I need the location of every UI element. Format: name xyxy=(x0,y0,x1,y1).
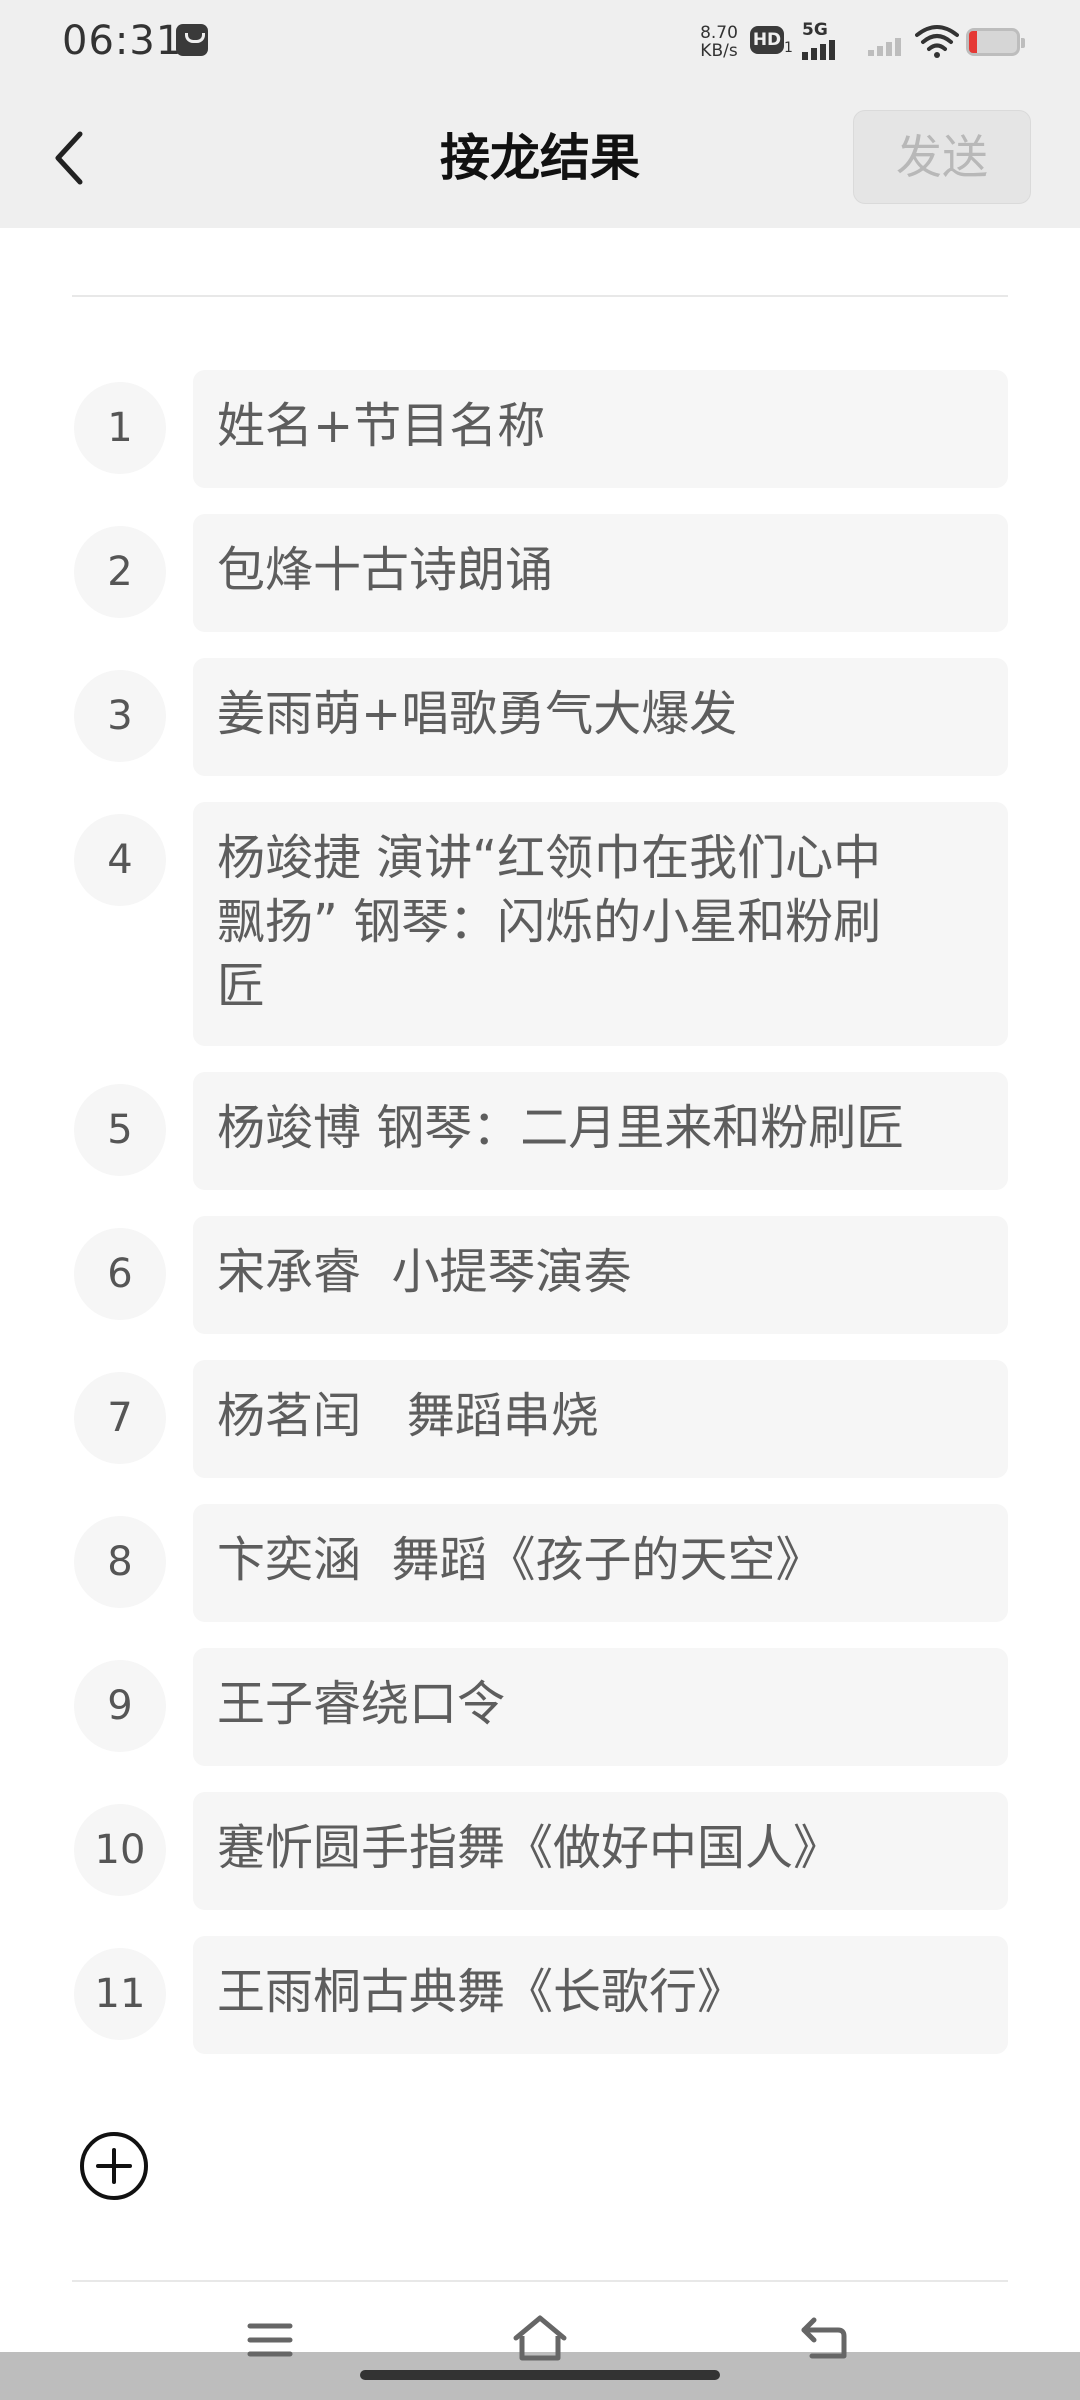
status-time: 06:31 xyxy=(62,18,183,64)
top-divider xyxy=(72,295,1008,297)
menu-icon[interactable] xyxy=(246,2318,294,2362)
send-button[interactable]: 发送 xyxy=(853,110,1031,204)
battery-icon xyxy=(966,28,1025,56)
entry-text-field[interactable]: 姓名+节目名称 xyxy=(193,370,1008,488)
network-type-label: 5G xyxy=(802,20,828,40)
status-bar: 06:31 8.70 KB/s HD 1 5G xyxy=(0,0,1080,88)
network-speed: 8.70 KB/s xyxy=(697,24,741,60)
entry-number: 10 xyxy=(74,1804,166,1896)
entry-text-field[interactable]: 宋承睿 小提琴演奏 xyxy=(193,1216,1008,1334)
entry-number: 4 xyxy=(74,814,166,906)
hd-voice-icon: HD xyxy=(750,26,784,54)
entry-text-field[interactable]: 王雨桐古典舞《长歌行》 xyxy=(193,1936,1008,2054)
entry-number: 6 xyxy=(74,1228,166,1320)
entry-text-field[interactable]: 蹇忻圆手指舞《做好中国人》 xyxy=(193,1792,1008,1910)
back-button[interactable] xyxy=(30,118,110,198)
entry-number: 1 xyxy=(74,382,166,474)
entry-number: 11 xyxy=(74,1948,166,2040)
entry-text-field[interactable]: 卞奕涵 舞蹈《孩子的天空》 xyxy=(193,1504,1008,1622)
back-icon[interactable] xyxy=(798,2316,850,2362)
signal-5g-icon: 5G xyxy=(802,20,850,60)
entry-text-field[interactable]: 杨竣捷 演讲“红领巾在我们心中 飘扬” 钢琴：闪烁的小星和粉刷 匠 xyxy=(193,802,1008,1046)
entry-number: 8 xyxy=(74,1516,166,1608)
entry-text-field[interactable]: 姜雨萌+唱歌勇气大爆发 xyxy=(193,658,1008,776)
app-header: 接龙结果 发送 xyxy=(0,88,1080,228)
home-indicator[interactable] xyxy=(360,2370,720,2380)
entry-number: 5 xyxy=(74,1084,166,1176)
entry-number: 2 xyxy=(74,526,166,618)
notification-bag-icon xyxy=(176,24,208,56)
entry-text-field[interactable]: 王子睿绕口令 xyxy=(193,1648,1008,1766)
home-icon[interactable] xyxy=(510,2312,570,2364)
entry-number: 3 xyxy=(74,670,166,762)
entry-number: 7 xyxy=(74,1372,166,1464)
hd-sim-index: 1 xyxy=(784,40,793,56)
entry-text-field[interactable]: 杨竣博 钢琴：二月里来和粉刷匠 xyxy=(193,1072,1008,1190)
network-speed-unit: KB/s xyxy=(700,41,738,61)
signal-sim2-icon xyxy=(868,32,901,56)
entry-number: 9 xyxy=(74,1660,166,1752)
entry-text-field[interactable]: 包烽十古诗朗诵 xyxy=(193,514,1008,632)
back-arrow-icon xyxy=(55,131,83,185)
entry-text-field[interactable]: 杨茗闰 舞蹈串烧 xyxy=(193,1360,1008,1478)
wifi-icon xyxy=(915,25,959,58)
network-speed-value: 8.70 xyxy=(700,23,738,43)
add-circle-icon[interactable] xyxy=(78,2130,150,2202)
